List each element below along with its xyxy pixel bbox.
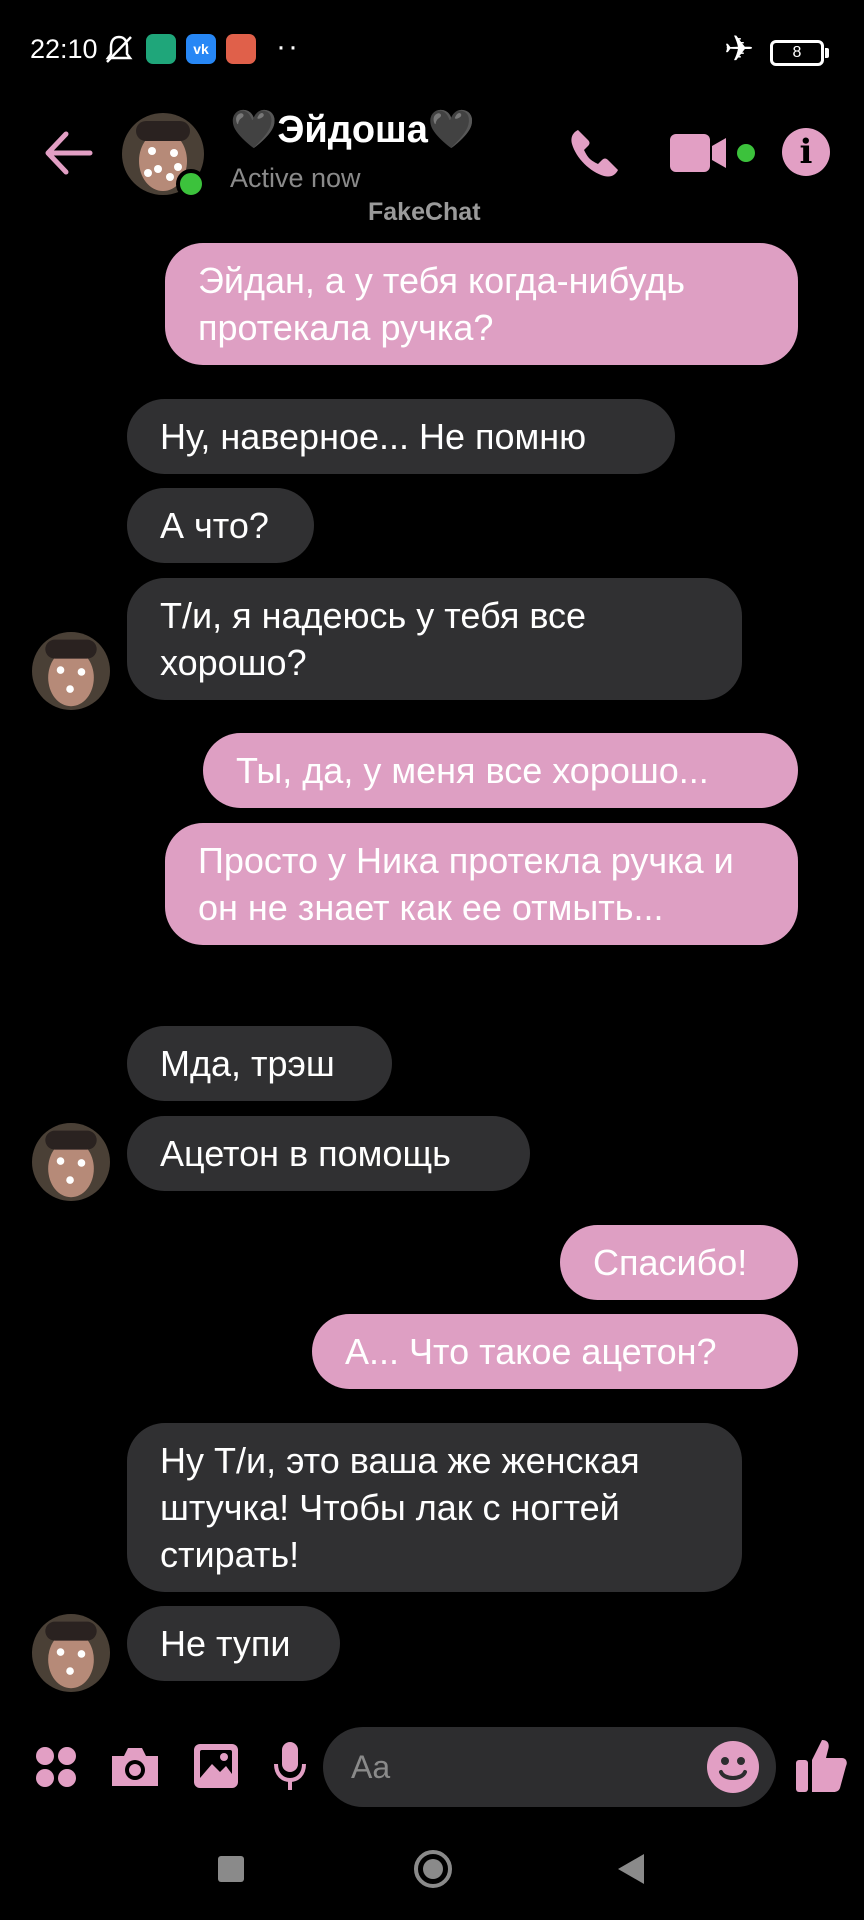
mic-icon[interactable] [272,1740,308,1792]
message-outgoing[interactable]: Ты, да, у меня все хорошо... [203,733,798,808]
message-incoming[interactable]: Мда, трэш [127,1026,392,1101]
message-outgoing[interactable]: Просто у Ника протекла ручка и он не зна… [165,823,798,945]
message-incoming[interactable]: Т/и, я надеюсь у тебя все хорошо? [127,578,742,700]
online-indicator [176,169,206,199]
app-icon [226,34,256,64]
message-outgoing[interactable]: Эйдан, а у тебя когда-нибудь протекала р… [165,243,798,365]
watermark: FakeChat [368,198,481,226]
avatar[interactable] [32,632,110,710]
avatar[interactable] [32,1123,110,1201]
nav-back-icon[interactable] [616,1852,646,1886]
vk-app-icon: vk [186,34,216,64]
video-active-dot [737,144,755,162]
thumbs-up-icon[interactable] [794,1736,848,1794]
message-incoming[interactable]: Ацетон в помощь [127,1116,530,1191]
message-incoming[interactable]: Ну Т/и, это ваша же женская штучка! Чтоб… [127,1423,742,1592]
contact-name[interactable]: 🖤Эйдоша🖤 [230,108,475,152]
nav-recents-icon[interactable] [218,1856,244,1882]
airplane-icon: ✈ [724,28,755,69]
battery-level: 8 [792,44,802,61]
status-time: 22:10 [30,34,98,64]
message-incoming[interactable]: А что? [127,488,314,563]
message-incoming[interactable]: Ну, наверное... Не помню [127,399,675,474]
apps-grid-icon[interactable] [34,1745,78,1789]
camera-icon[interactable] [108,1744,162,1790]
info-icon[interactable]: i [782,128,830,176]
nav-home-icon[interactable] [413,1849,453,1889]
avatar[interactable] [32,1614,110,1692]
battery-icon: 8 [770,40,829,66]
back-arrow-icon[interactable] [42,128,94,178]
status-bar: 22:10 vk ·· ✈ 8 [0,0,864,100]
status-more: ·· [276,30,300,63]
message-outgoing[interactable]: А... Что такое ацетон? [312,1314,798,1389]
message-incoming[interactable]: Не тупи [127,1606,340,1681]
phone-icon[interactable] [564,124,624,184]
message-input-placeholder: Aa [351,1749,391,1785]
shield-app-icon [146,34,176,64]
emoji-icon[interactable] [706,1740,760,1794]
video-icon[interactable] [668,130,730,176]
message-outgoing[interactable]: Спасибо! [560,1225,798,1300]
bell-off-icon [105,35,133,63]
contact-status: Active now [230,163,361,193]
gallery-icon[interactable] [192,1742,240,1790]
